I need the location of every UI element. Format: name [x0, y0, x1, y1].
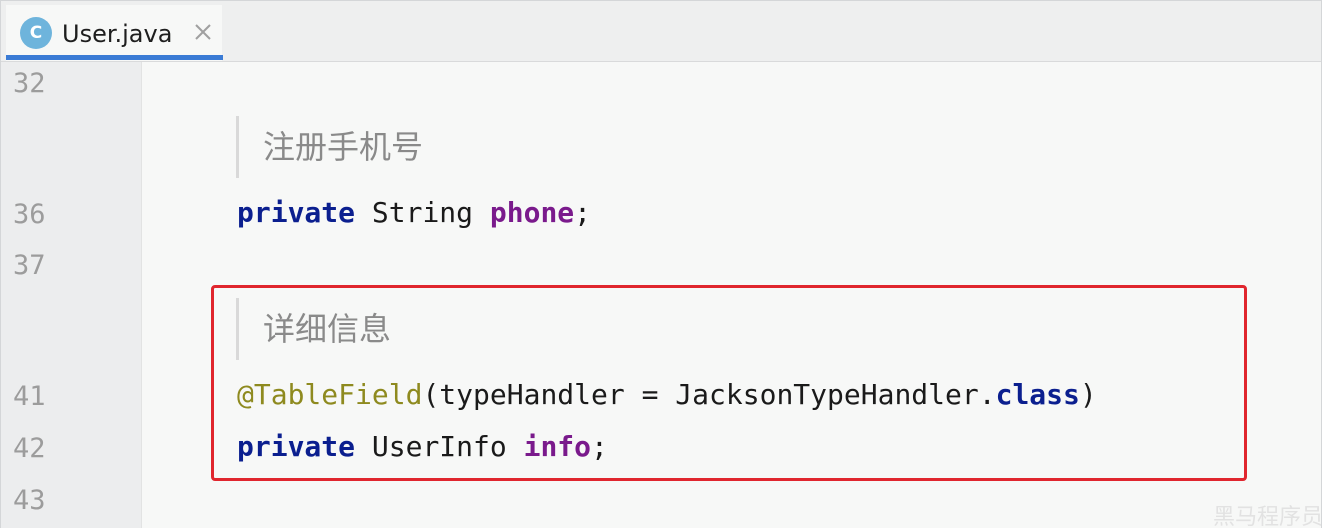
line-number: 37 — [13, 250, 46, 281]
java-class-icon: C — [20, 17, 52, 49]
active-tab-indicator — [6, 55, 223, 60]
editor-window: C User.java 32 36 37 41 42 43 注册手机号 priv… — [0, 0, 1322, 528]
code-line-36: private String phone; — [237, 196, 591, 230]
line-number: 41 — [13, 381, 46, 412]
field-name: phone — [489, 196, 575, 229]
rendered-doc-comment-phone: 注册手机号 — [236, 116, 423, 178]
line-number: 43 — [13, 485, 46, 516]
editor-tab-bar: C User.java — [1, 1, 1321, 62]
watermark: 黑马程序员 — [1213, 505, 1321, 528]
tab-user-java[interactable]: C User.java — [6, 5, 222, 61]
line-number: 42 — [13, 433, 46, 464]
line-number: 36 — [13, 199, 46, 230]
close-icon[interactable] — [192, 21, 214, 43]
semicolon: ; — [574, 196, 592, 229]
line-number-gutter[interactable]: 32 36 37 41 42 43 — [1, 62, 142, 528]
type-name: String — [355, 196, 490, 229]
doc-comment-text: 注册手机号 — [263, 128, 424, 166]
line-number: 32 — [13, 68, 46, 99]
tab-filename: User.java — [62, 20, 173, 48]
keyword-private: private — [237, 196, 356, 229]
red-highlight-box — [211, 285, 1247, 481]
